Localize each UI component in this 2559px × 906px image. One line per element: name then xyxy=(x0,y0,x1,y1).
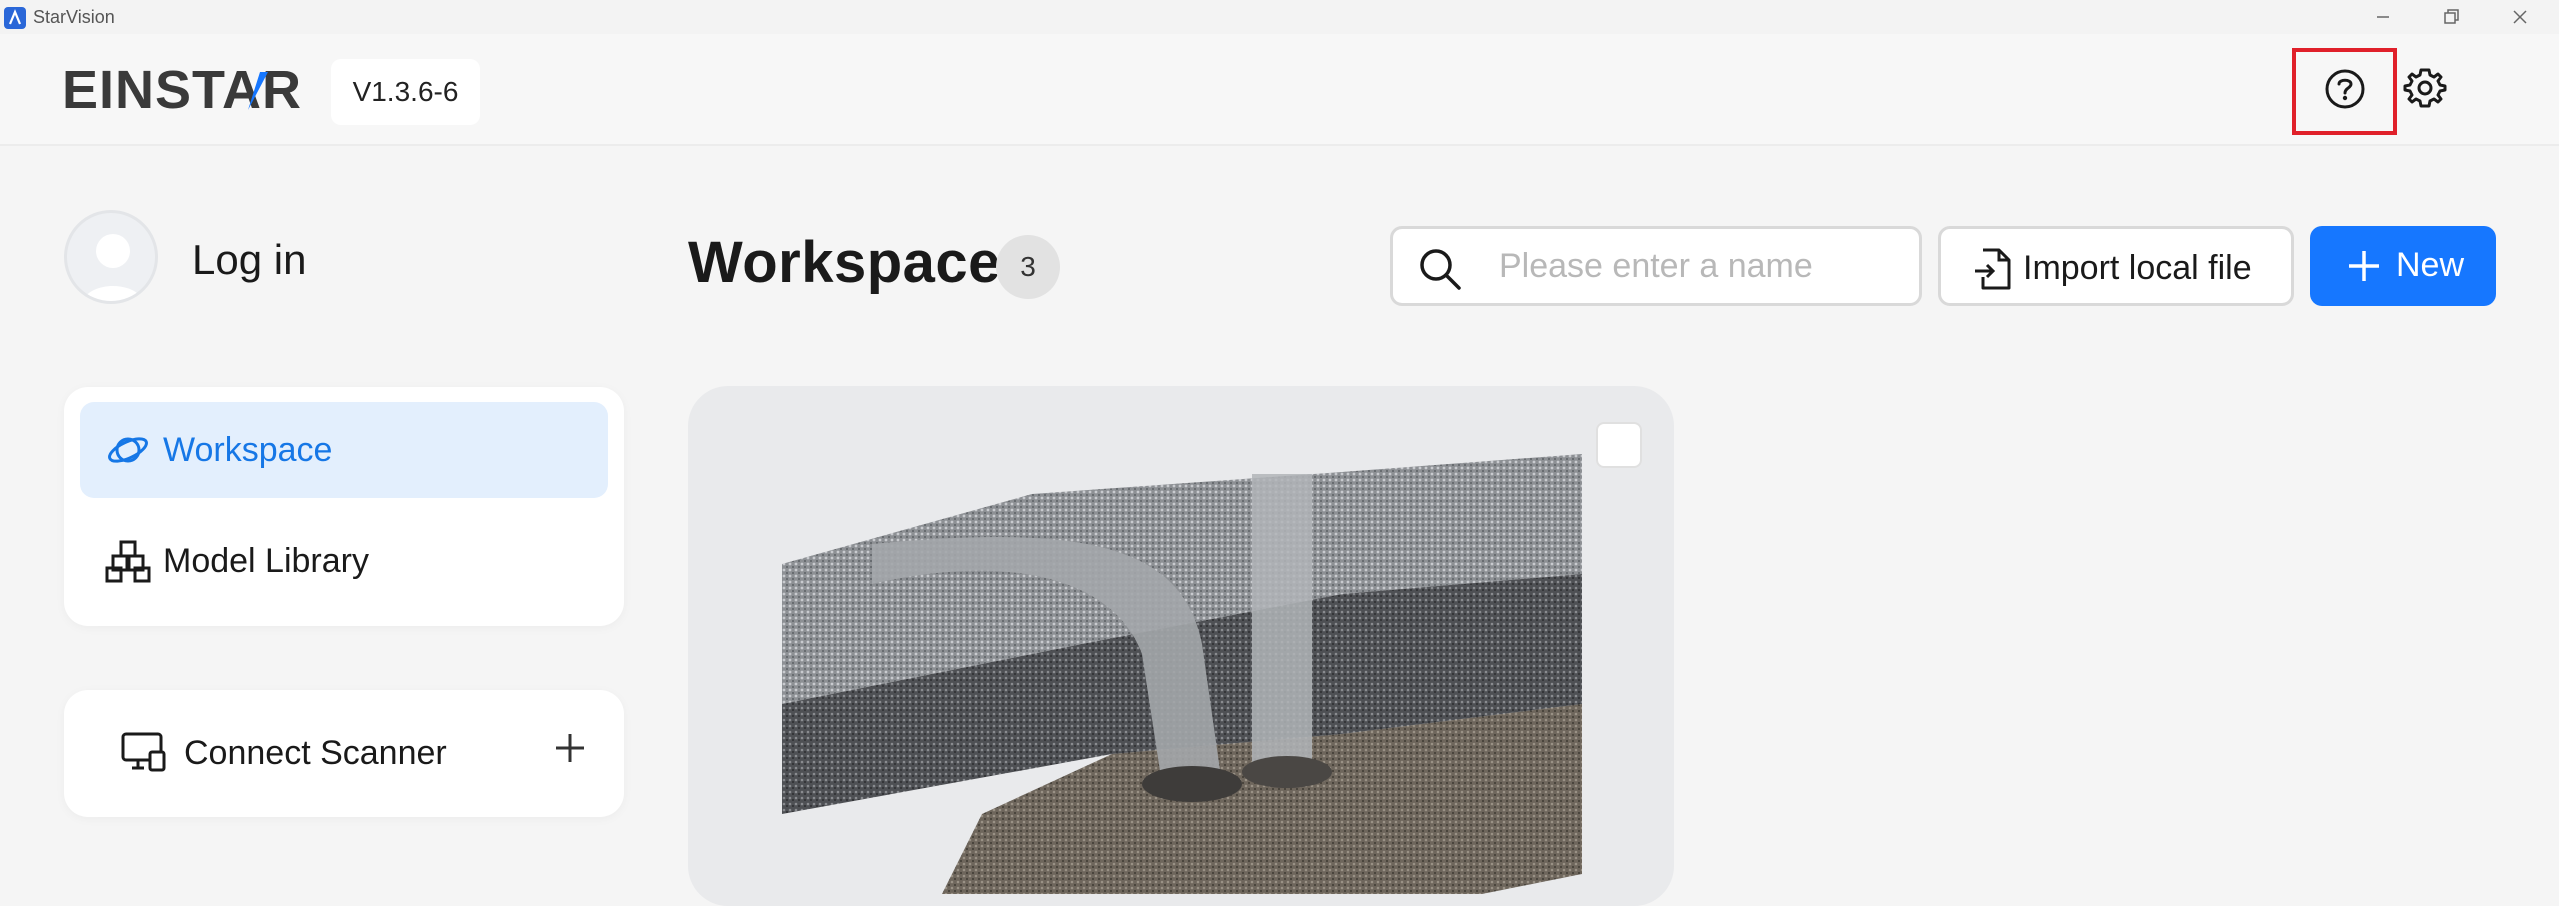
project-select-checkbox[interactable] xyxy=(1596,422,1642,468)
title-bar: StarVision xyxy=(0,0,2559,34)
login-link[interactable]: Log in xyxy=(192,236,306,284)
workspace-count-badge: 3 xyxy=(996,235,1060,299)
close-icon[interactable] xyxy=(2500,4,2540,30)
connect-scanner-label: Connect Scanner xyxy=(184,734,447,772)
minimize-icon[interactable] xyxy=(2363,4,2403,30)
app-header: EINSTAR V1.3.6-6 xyxy=(0,34,2559,146)
file-import-icon xyxy=(1973,247,2013,296)
restore-icon[interactable] xyxy=(2431,4,2471,30)
cubes-icon xyxy=(105,538,151,584)
avatar[interactable] xyxy=(64,210,158,304)
einstar-logo: EINSTAR xyxy=(62,60,322,121)
plus-icon[interactable] xyxy=(550,728,590,773)
new-label: New xyxy=(2396,246,2465,284)
import-label: Import local file xyxy=(2023,249,2252,287)
help-circle-icon xyxy=(2323,67,2367,116)
sidebar-item-label: Workspace xyxy=(163,430,333,469)
help-button[interactable] xyxy=(2292,48,2397,135)
page-title: Workspace xyxy=(688,230,1001,295)
logo-text: EINSTAR xyxy=(62,64,302,116)
planet-icon xyxy=(105,427,151,473)
monitor-icon xyxy=(120,730,166,779)
gear-icon xyxy=(2403,66,2447,115)
plus-icon xyxy=(2346,248,2382,289)
settings-button[interactable] xyxy=(2399,64,2451,116)
project-thumbnail xyxy=(782,454,1582,899)
sidebar-item-label: Model Library xyxy=(163,541,369,580)
sidebar-item-model-library[interactable]: Model Library xyxy=(80,513,608,609)
new-project-button[interactable]: New xyxy=(2310,226,2496,306)
window-title: StarVision xyxy=(33,7,115,27)
project-card[interactable] xyxy=(688,386,1674,906)
search-icon xyxy=(1417,246,1463,297)
search-input[interactable] xyxy=(1497,243,1897,289)
sidebar-item-workspace[interactable]: Workspace xyxy=(80,402,608,498)
version-badge: V1.3.6-6 xyxy=(331,59,480,125)
sidebar-nav: Workspace Model Library xyxy=(64,387,624,626)
connect-scanner-card[interactable]: Connect Scanner xyxy=(64,690,624,817)
import-local-file-button[interactable]: Import local file xyxy=(1938,226,2294,306)
app-icon xyxy=(4,7,26,29)
search-box[interactable] xyxy=(1390,226,1922,306)
